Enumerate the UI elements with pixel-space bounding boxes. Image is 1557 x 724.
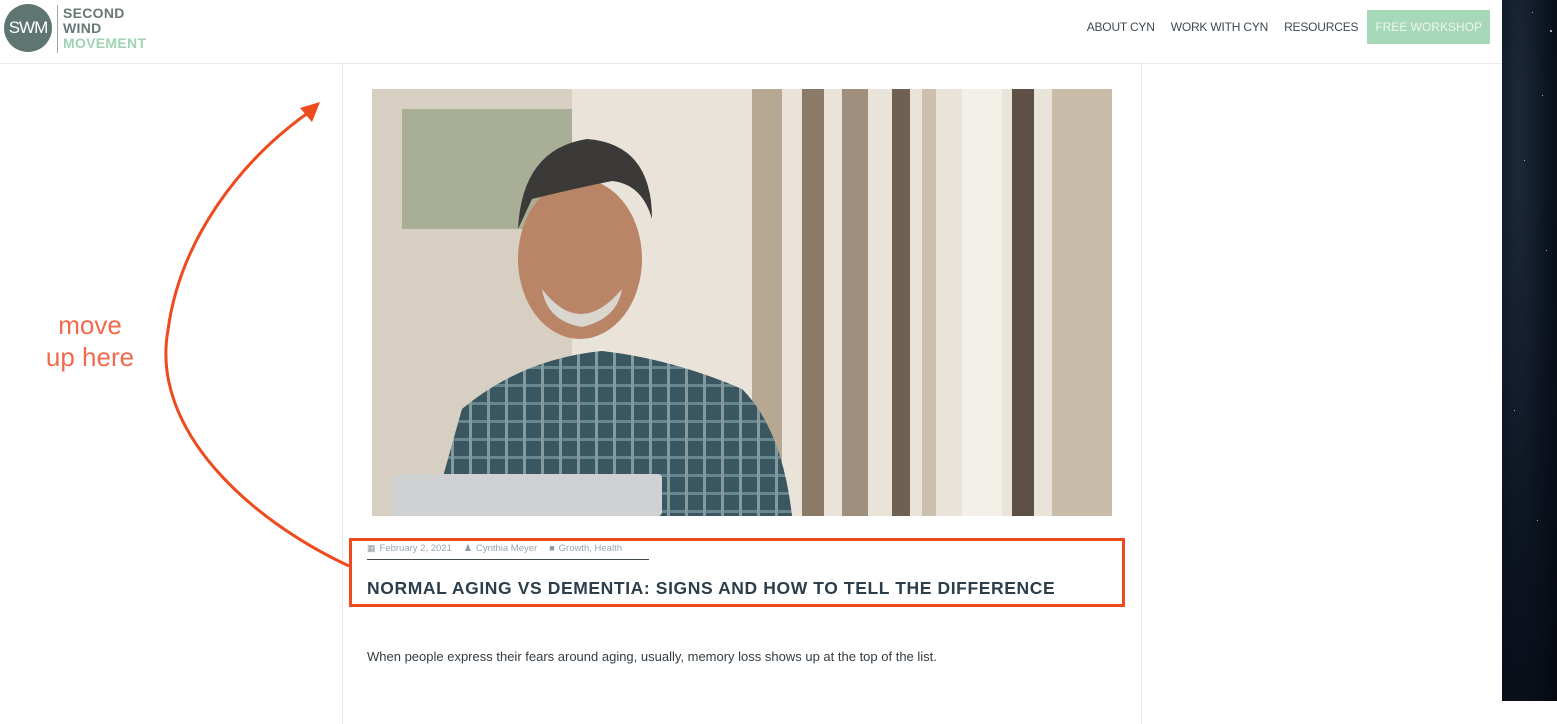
arrowhead-icon: [300, 102, 320, 122]
annotation-line-1: move: [58, 310, 122, 340]
logo-line-1: SECOND: [63, 5, 125, 21]
annotation-line-2: up here: [45, 342, 135, 372]
logo-monogram: SWM: [4, 4, 52, 52]
main-nav: ABOUT CYN WORK WITH CYN RESOURCES FREE W…: [1071, 10, 1490, 44]
nav-work-with-cyn[interactable]: WORK WITH CYN: [1171, 20, 1269, 34]
site-header: SWM SECOND WIND MOVEMENT ABOUT CYN WORK …: [0, 0, 1502, 64]
annotation-highlight-box: [349, 538, 1125, 607]
logo-divider: [57, 5, 58, 53]
featured-image: [372, 89, 1112, 516]
logo-line-3: MOVEMENT: [63, 35, 147, 51]
annotation-note: move up here: [30, 309, 150, 373]
logo-wordmark: SECOND WIND MOVEMENT: [63, 6, 146, 51]
nav-resources[interactable]: RESOURCES: [1284, 20, 1358, 34]
nav-about-cyn[interactable]: ABOUT CYN: [1087, 20, 1155, 34]
logo-line-2: WIND: [63, 20, 102, 36]
post-intro: When people express their fears around a…: [367, 649, 937, 664]
background-night-sky: [1502, 0, 1557, 701]
free-workshop-button[interactable]: FREE WORKSHOP: [1367, 10, 1490, 44]
site-logo[interactable]: SWM SECOND WIND MOVEMENT: [2, 2, 162, 56]
featured-photo-illustration: [372, 89, 1112, 516]
